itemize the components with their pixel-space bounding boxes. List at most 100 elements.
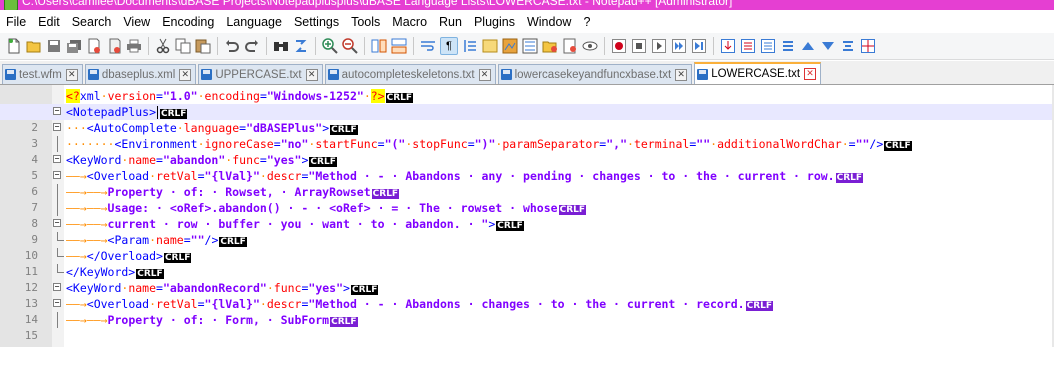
- close-file-icon[interactable]: [86, 38, 102, 54]
- menu-search[interactable]: Search: [66, 11, 118, 33]
- save-all-icon[interactable]: [66, 38, 82, 54]
- record-macro-icon[interactable]: [611, 38, 627, 54]
- tab-label: UPPERCASE.txt: [215, 68, 302, 81]
- show-all-characters-icon[interactable]: ¶: [440, 37, 458, 55]
- editor-line[interactable]: 13 − <KeyWord·name="abandonRecord"·func=…: [0, 280, 1054, 310]
- close-tab-icon[interactable]: ✕: [65, 68, 78, 81]
- editor-line[interactable]: 11 ——→</Overload> CRLF: [0, 248, 1054, 278]
- tab-lowercasekeyandfuncxbase-txt[interactable]: lowercasekeyandfuncxbase.txt ✕: [497, 64, 693, 84]
- move-up-icon[interactable]: [800, 38, 816, 54]
- move-down-icon[interactable]: [820, 38, 836, 54]
- replace-icon[interactable]: [293, 38, 309, 54]
- copy-icon[interactable]: [175, 38, 191, 54]
- xml-tag: >: [343, 281, 350, 295]
- xml-tag: >: [301, 153, 309, 167]
- user-defined-language-icon[interactable]: [482, 38, 498, 54]
- paste-icon[interactable]: [195, 38, 211, 54]
- fold-collapse-icon[interactable]: −: [53, 283, 61, 291]
- zoom-in-icon[interactable]: [322, 38, 338, 54]
- menu-view[interactable]: View: [117, 11, 156, 33]
- text-caret: [157, 106, 159, 119]
- tab-dbaseplus-xml[interactable]: dbaseplus.xml ✕: [84, 64, 197, 84]
- undo-icon[interactable]: [224, 38, 240, 54]
- whitespace: ——→——→: [66, 201, 108, 215]
- close-tab-icon[interactable]: ✕: [804, 68, 817, 80]
- function-list-icon[interactable]: [522, 38, 538, 54]
- menu-edit[interactable]: Edit: [32, 11, 66, 33]
- folder-as-workspace-icon[interactable]: [542, 38, 558, 54]
- plugin-2-icon[interactable]: [740, 38, 756, 54]
- line-number: 15: [24, 329, 38, 342]
- fold-collapse-icon[interactable]: −: [53, 299, 61, 307]
- plugin-4-icon[interactable]: [780, 38, 796, 54]
- playback-icon[interactable]: [651, 38, 667, 54]
- menu-tools[interactable]: Tools: [345, 11, 386, 33]
- menu-run[interactable]: Run: [433, 11, 468, 33]
- tab-test-wfm[interactable]: test.wfm ✕: [2, 64, 83, 84]
- floppy-disk-icon: [5, 69, 16, 80]
- menu-file[interactable]: File: [0, 11, 32, 33]
- attr: ignoreCase: [204, 137, 274, 151]
- document-map-icon[interactable]: [502, 38, 518, 54]
- close-tab-icon[interactable]: ✕: [305, 68, 318, 81]
- plugin-1-icon[interactable]: [720, 38, 736, 54]
- menu-macro[interactable]: Macro: [386, 11, 433, 33]
- editor-line[interactable]: 1 <?xml·version="1.0"·encoding="Windows-…: [0, 88, 1054, 118]
- fold-collapse-icon[interactable]: −: [53, 107, 61, 115]
- stop-recording-icon[interactable]: [631, 38, 647, 54]
- sort-icon[interactable]: [840, 38, 856, 54]
- find-icon[interactable]: [273, 38, 289, 54]
- menu-plugins[interactable]: Plugins: [468, 11, 521, 33]
- open-file-icon[interactable]: [26, 38, 42, 54]
- text-editor[interactable]: 1 <?xml·version="1.0"·encoding="Windows-…: [0, 85, 1054, 347]
- editor-line[interactable]: 4 ·······<Environment·ignoreCase="no"·st…: [0, 136, 1054, 166]
- tab-lowercase-txt[interactable]: LOWERCASE.txt ✕: [694, 62, 822, 84]
- print-icon[interactable]: [126, 38, 142, 54]
- close-tab-icon[interactable]: ✕: [478, 68, 491, 81]
- word-wrap-icon[interactable]: [420, 38, 436, 54]
- whitespace: ——→——→: [66, 217, 108, 231]
- editor-line[interactable]: 3 − ···<AutoComplete·language="dBASEPlus…: [0, 120, 1054, 150]
- menu-settings[interactable]: Settings: [288, 11, 345, 33]
- editor-line[interactable]: 7 ——→——→Property · of: · Rowset, · Array…: [0, 184, 1054, 214]
- new-file-icon[interactable]: [6, 38, 22, 54]
- editor-line[interactable]: 15 ——→——→Property · of: · Form, · SubFor…: [0, 312, 1054, 342]
- fold-collapse-icon[interactable]: −: [53, 155, 61, 163]
- zoom-out-icon[interactable]: [342, 38, 358, 54]
- redo-icon[interactable]: [244, 38, 260, 54]
- sync-vertical-icon[interactable]: [371, 38, 387, 54]
- save-icon[interactable]: [46, 38, 62, 54]
- close-tab-icon[interactable]: ✕: [179, 68, 192, 81]
- fold-collapse-icon[interactable]: −: [53, 171, 61, 179]
- editor-line[interactable]: 10 ——→——→<Param·name=""/> CRLF: [0, 232, 1054, 262]
- whitespace: ——→: [66, 249, 87, 263]
- monitoring-icon[interactable]: [562, 38, 578, 54]
- editor-line-current[interactable]: 2 − <NotepadPlus> CRLF: [0, 104, 1054, 134]
- indent-guide-icon[interactable]: [462, 38, 478, 54]
- sync-horizontal-icon[interactable]: [391, 38, 407, 54]
- columns-icon[interactable]: [860, 38, 876, 54]
- cut-icon[interactable]: [155, 38, 171, 54]
- editor-line[interactable]: 6 − ——→<Overload·retVal="{lVal}"·descr="…: [0, 168, 1054, 198]
- menu-help[interactable]: ?: [577, 11, 596, 33]
- menu-window[interactable]: Window: [521, 11, 577, 33]
- save-macro-icon[interactable]: [691, 38, 707, 54]
- plugin-3-icon[interactable]: [760, 38, 776, 54]
- editor-line[interactable]: 5 − <KeyWord·name="abandon"·func="yes"> C…: [0, 152, 1054, 182]
- whitespace: ——→: [66, 169, 87, 183]
- menu-encoding[interactable]: Encoding: [156, 11, 220, 33]
- fold-collapse-icon[interactable]: −: [53, 123, 61, 131]
- close-all-icon[interactable]: [106, 38, 122, 54]
- editor-line[interactable]: 14 − ——→<Overload·retVal="{lVal}"·descr=…: [0, 296, 1054, 326]
- editor-line[interactable]: 8 ——→——→Usage: · <oRef>.abandon() · - · …: [0, 200, 1054, 230]
- run-multiple-icon[interactable]: [671, 38, 687, 54]
- tab-autocompleteskeletons-txt[interactable]: autocompleteskeletons.txt ✕: [324, 64, 496, 84]
- editor-line[interactable]: 9 − ——→——→current · row · buffer · you ·…: [0, 216, 1054, 246]
- menu-language[interactable]: Language: [220, 11, 288, 33]
- fold-collapse-icon[interactable]: −: [53, 219, 61, 227]
- eye-icon[interactable]: [582, 38, 598, 54]
- editor-line[interactable]: 12 </KeyWord> CRLF: [0, 264, 1054, 294]
- tab-uppercase-txt[interactable]: UPPERCASE.txt ✕: [198, 64, 323, 84]
- eol-marker: CRLF: [558, 205, 587, 215]
- close-tab-icon[interactable]: ✕: [675, 68, 688, 81]
